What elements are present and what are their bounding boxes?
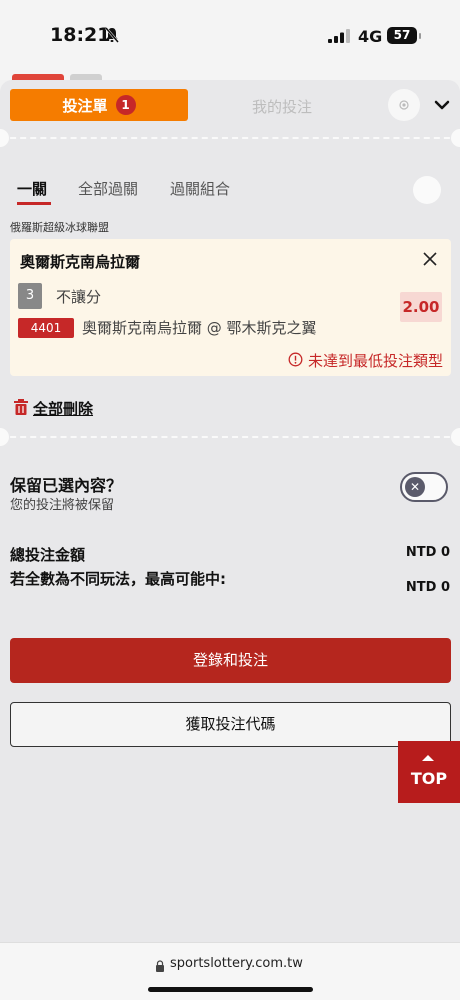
dashed-divider bbox=[0, 137, 460, 139]
match-name: 奧爾斯克南烏拉爾 @ 鄂木斯克之翼 bbox=[82, 319, 317, 337]
delete-all-link[interactable]: 全部刪除 bbox=[33, 398, 93, 419]
total-stake-value: NTD 0 bbox=[405, 545, 450, 560]
market-number-badge: 3 bbox=[18, 283, 42, 309]
bell-muted-icon bbox=[105, 27, 119, 43]
trash-icon[interactable] bbox=[13, 398, 29, 416]
tab-all-parlay[interactable]: 全部過關 bbox=[78, 178, 138, 199]
toggle-off-icon: ✕ bbox=[405, 477, 425, 497]
browser-address-bar[interactable]: sportslottery.com.tw bbox=[0, 942, 460, 1000]
chevron-down-icon[interactable] bbox=[432, 97, 452, 113]
gear-icon bbox=[399, 100, 409, 110]
settings-button[interactable] bbox=[388, 89, 420, 121]
dashed-divider bbox=[0, 436, 460, 438]
login-and-bet-button[interactable]: 登錄和投注 bbox=[10, 638, 451, 683]
total-stake-label: 總投注金額 bbox=[10, 546, 86, 564]
network-type: 4G bbox=[358, 27, 383, 46]
circle-decoration bbox=[413, 176, 441, 204]
status-bar: 18:21 4G 57 bbox=[0, 0, 460, 80]
keep-selections-toggle[interactable]: ✕ bbox=[400, 472, 448, 502]
battery-icon: 57 bbox=[387, 27, 421, 44]
warning-icon bbox=[288, 352, 303, 367]
lock-icon bbox=[156, 960, 164, 972]
selection-title: 奧爾斯克南烏拉爾 bbox=[20, 253, 141, 271]
tab-parlay-combo[interactable]: 過關組合 bbox=[170, 178, 230, 199]
close-icon[interactable] bbox=[422, 251, 438, 267]
tab-single[interactable]: 一關 bbox=[17, 178, 47, 199]
tab-my-bets[interactable]: 我的投注 bbox=[232, 96, 332, 117]
url-text: sportslottery.com.tw bbox=[170, 956, 303, 971]
home-indicator bbox=[148, 987, 313, 992]
keep-selections-subtitle: 您的投注將被保留 bbox=[10, 498, 115, 513]
league-name: 俄羅斯超級冰球聯盟 bbox=[10, 221, 109, 234]
selection-card: 奧爾斯克南烏拉爾 3 不讓分 2.00 4401 奧爾斯克南烏拉爾 @ 鄂木斯克… bbox=[10, 239, 451, 376]
odds-value[interactable]: 2.00 bbox=[400, 292, 442, 322]
get-bet-code-button[interactable]: 獲取投注代碼 bbox=[10, 702, 451, 747]
signal-icon bbox=[328, 29, 350, 43]
arrow-up-icon bbox=[422, 755, 434, 761]
tab-betslip[interactable]: 投注單 1 bbox=[10, 89, 188, 121]
clock: 18:21 bbox=[50, 24, 111, 46]
scroll-top-label: TOP bbox=[410, 769, 448, 788]
active-tab-indicator bbox=[17, 202, 51, 205]
max-payout-label: 若全數為不同玩法，最高可能中: bbox=[10, 570, 227, 588]
market-name: 不讓分 bbox=[56, 288, 102, 306]
max-payout-value: NTD 0 bbox=[405, 580, 450, 595]
scroll-top-button[interactable]: TOP bbox=[398, 741, 460, 803]
tab-betslip-label: 投注單 bbox=[62, 96, 108, 115]
match-code-badge: 4401 bbox=[18, 318, 74, 338]
keep-selections-title: 保留已選內容？ bbox=[10, 476, 123, 495]
warning-message: 未達到最低投注類型 bbox=[308, 352, 444, 370]
betslip-count-badge: 1 bbox=[115, 95, 136, 115]
